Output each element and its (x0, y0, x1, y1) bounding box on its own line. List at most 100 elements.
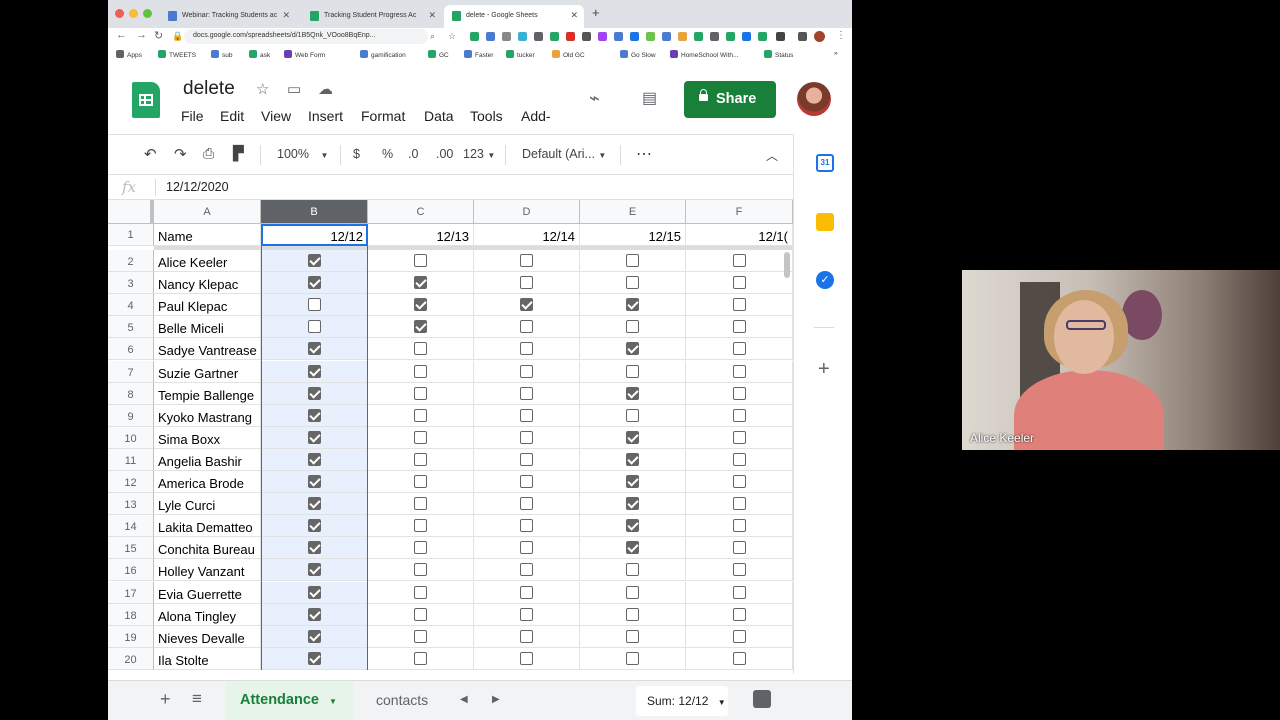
row-header[interactable]: 13 (108, 493, 154, 516)
checkbox-unchecked[interactable] (414, 607, 427, 621)
spreadsheet-grid[interactable]: A B C D E F 1 Name 12/12 12/13 12/14 12/15 12/1(2 Ali… (108, 200, 793, 670)
checkbox-unchecked[interactable] (733, 364, 746, 378)
all-sheets-button[interactable]: ≡ (192, 689, 202, 709)
student-name-cell[interactable]: Paul Klepac (154, 294, 261, 317)
attendance-cell[interactable] (474, 515, 580, 538)
bookmark-item[interactable]: Apps (116, 50, 142, 59)
checkbox-unchecked[interactable] (414, 541, 427, 555)
checkbox-checked[interactable] (626, 386, 639, 400)
checkbox-unchecked[interactable] (414, 430, 427, 444)
attendance-cell[interactable] (686, 625, 793, 648)
checkbox-unchecked[interactable] (520, 563, 533, 577)
attendance-cell[interactable] (368, 581, 474, 604)
checkbox-unchecked[interactable] (414, 408, 427, 422)
checkbox-unchecked[interactable] (626, 408, 639, 422)
checkbox-unchecked[interactable] (733, 563, 746, 577)
attendance-cell[interactable] (686, 647, 793, 670)
checkbox-unchecked[interactable] (733, 541, 746, 555)
bookmark-item[interactable]: gamification (360, 50, 406, 59)
checkbox-unchecked[interactable] (520, 497, 533, 511)
student-name-cell[interactable]: Ila Stolte (154, 647, 261, 670)
student-name-cell[interactable]: America Brode (154, 471, 261, 494)
checkbox-checked[interactable] (626, 430, 639, 444)
checkbox-unchecked[interactable] (626, 364, 639, 378)
attendance-cell[interactable] (686, 404, 793, 427)
row-header[interactable]: 6 (108, 338, 154, 361)
attendance-cell[interactable] (474, 493, 580, 516)
attendance-cell[interactable] (474, 581, 580, 604)
maximize-window-dot[interactable] (143, 9, 152, 18)
checkbox-unchecked[interactable] (414, 497, 427, 511)
row-header[interactable]: 17 (108, 581, 154, 604)
checkbox-unchecked[interactable] (733, 320, 746, 334)
attendance-cell[interactable] (368, 493, 474, 516)
star-icon[interactable]: ☆ (448, 31, 456, 42)
attendance-cell[interactable] (580, 448, 686, 471)
extension-icon[interactable] (486, 32, 495, 41)
attendance-cell[interactable] (474, 250, 580, 273)
checkbox-checked[interactable] (626, 452, 639, 466)
attendance-cell[interactable] (580, 471, 686, 494)
attendance-cell[interactable] (474, 537, 580, 560)
header-cell-date[interactable]: 12/13 (368, 224, 474, 246)
attendance-cell[interactable] (368, 559, 474, 582)
bookmark-item[interactable]: Go Slow (620, 50, 656, 59)
attendance-cell[interactable] (580, 515, 686, 538)
checkbox-unchecked[interactable] (520, 607, 533, 621)
column-header-f[interactable]: F (686, 200, 793, 224)
checkbox-unchecked[interactable] (733, 475, 746, 488)
reload-icon[interactable]: ↻ (154, 29, 163, 42)
attendance-cell[interactable] (580, 404, 686, 427)
row-header[interactable]: 12 (108, 471, 154, 494)
row-header[interactable]: 11 (108, 448, 154, 471)
document-title[interactable]: delete (183, 78, 235, 100)
attendance-cell[interactable] (474, 404, 580, 427)
attendance-cell[interactable] (474, 426, 580, 449)
attendance-cell[interactable] (580, 294, 686, 317)
header-cell-date[interactable]: 12/14 (474, 224, 580, 246)
student-name-cell[interactable]: Angelia Bashir (154, 448, 261, 471)
checkbox-unchecked[interactable] (626, 254, 639, 267)
move-folder-icon[interactable]: ▭ (287, 80, 301, 98)
checkbox-unchecked[interactable] (520, 519, 533, 533)
collapse-menus-icon[interactable]: ︿ (766, 147, 778, 164)
attendance-cell[interactable] (474, 603, 580, 626)
extension-icon[interactable] (502, 32, 511, 41)
attendance-cell[interactable] (580, 250, 686, 273)
attendance-cell[interactable] (686, 316, 793, 339)
decrease-decimal-button[interactable]: .0 (408, 147, 418, 161)
attendance-cell[interactable] (686, 581, 793, 604)
row-header[interactable]: 3 (108, 272, 154, 295)
tasks-icon[interactable]: ✓ (816, 271, 834, 289)
student-name-cell[interactable]: Suzie Gartner (154, 360, 261, 383)
attendance-cell[interactable] (368, 448, 474, 471)
row-header[interactable]: 5 (108, 316, 154, 339)
sheets-logo-icon[interactable] (132, 82, 160, 118)
attendance-cell[interactable] (474, 316, 580, 339)
student-name-cell[interactable]: Tempie Ballenge (154, 382, 261, 405)
attendance-cell[interactable] (368, 404, 474, 427)
row-header[interactable]: 10 (108, 426, 154, 449)
extension-icon[interactable] (614, 32, 623, 41)
student-name-cell[interactable]: Evia Guerrette (154, 581, 261, 604)
attendance-cell[interactable] (580, 426, 686, 449)
extension-icon[interactable] (518, 32, 527, 41)
checkbox-checked[interactable] (626, 497, 639, 511)
extension-icon[interactable] (694, 32, 703, 41)
close-window-dot[interactable] (115, 9, 124, 18)
checkbox-unchecked[interactable] (520, 430, 533, 444)
student-name-cell[interactable]: Belle Miceli (154, 316, 261, 339)
bookmark-item[interactable]: tucker (506, 50, 535, 59)
number-format-select[interactable]: 123 ▼ (463, 147, 495, 161)
extension-icon[interactable] (726, 32, 735, 41)
checkbox-unchecked[interactable] (414, 364, 427, 378)
paint-format-icon[interactable]: ▛ (233, 145, 244, 162)
browser-tab[interactable]: Webinar: Tracking Students ac ✕ (160, 5, 296, 28)
student-name-cell[interactable]: Nieves Devalle (154, 625, 261, 648)
checkbox-unchecked[interactable] (520, 276, 533, 290)
attendance-cell[interactable] (368, 250, 474, 273)
attendance-cell[interactable] (368, 647, 474, 670)
attendance-cell[interactable] (580, 493, 686, 516)
checkbox-unchecked[interactable] (626, 320, 639, 334)
bookmark-item[interactable]: HomeSchool With... (670, 50, 738, 59)
